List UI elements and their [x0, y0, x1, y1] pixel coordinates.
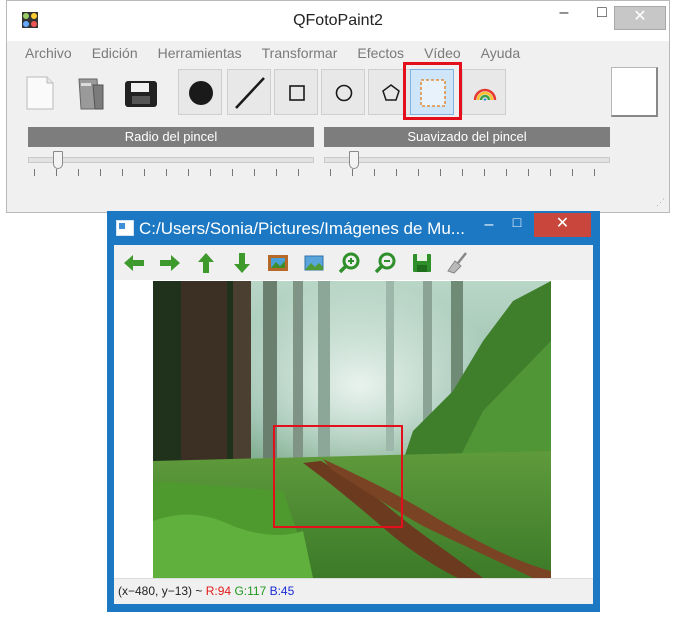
- brush-radius-track[interactable]: [28, 157, 314, 163]
- broom-icon[interactable]: [446, 251, 470, 275]
- arrow-left-icon[interactable]: [122, 251, 146, 275]
- image-minimize-button[interactable]: –: [477, 216, 501, 234]
- brush-radius-handle[interactable]: [53, 151, 63, 169]
- zoom-in-icon[interactable]: [338, 251, 362, 275]
- brush-smoothing-track[interactable]: [324, 157, 610, 163]
- ellipse-icon: [335, 84, 353, 102]
- image-window: C:/Users/Sonia/Pictures/Imágenes de Mu..…: [107, 211, 600, 612]
- rectangle-icon: [289, 85, 305, 101]
- status-green: G:117: [234, 584, 267, 598]
- status-bar: (x−480, y−13) ~ R:94 G:117 B:45: [114, 578, 593, 604]
- window-icon: [116, 220, 134, 236]
- brush-smoothing-label: Suavizado del pincel: [324, 127, 610, 147]
- resize-grip-icon[interactable]: ⋰: [656, 197, 665, 208]
- menu-transformar[interactable]: Transformar: [252, 45, 348, 69]
- arrow-down-icon[interactable]: [230, 251, 254, 275]
- rectangle-tool[interactable]: [274, 69, 318, 115]
- new-file-icon: [26, 76, 54, 110]
- image-window-title: C:/Users/Sonia/Pictures/Imágenes de Mu..…: [139, 219, 465, 238]
- save-file-button[interactable]: [119, 69, 163, 115]
- open-file-icon: [78, 78, 104, 110]
- menu-herramientas[interactable]: Herramientas: [148, 45, 252, 69]
- brush-radius-ticks: [28, 169, 312, 177]
- maximize-button[interactable]: □: [587, 1, 617, 27]
- image-icon[interactable]: [266, 251, 290, 275]
- menu-archivo[interactable]: Archivo: [15, 45, 82, 69]
- arrow-right-icon[interactable]: [158, 251, 182, 275]
- minimize-button[interactable]: –: [549, 1, 579, 27]
- brush-radius-label: Radio del pincel: [28, 127, 314, 147]
- status-blue: B:45: [269, 584, 295, 598]
- title-bar: QFotoPaint2 – □ ✕: [7, 1, 669, 41]
- status-coordinates: (x−480, y−13) ~: [118, 584, 206, 598]
- rainbow-icon: [473, 88, 497, 101]
- image-window-client: (x−480, y−13) ~ R:94 G:117 B:45: [114, 245, 593, 604]
- save-icon[interactable]: [410, 251, 434, 275]
- menu-ayuda[interactable]: Ayuda: [471, 45, 530, 69]
- image-window-title-bar: C:/Users/Sonia/Pictures/Imágenes de Mu..…: [107, 211, 600, 245]
- menu-edicion[interactable]: Edición: [82, 45, 148, 69]
- ellipse-tool[interactable]: [321, 69, 365, 115]
- current-color-swatch[interactable]: [611, 67, 658, 117]
- arrow-up-icon[interactable]: [194, 251, 218, 275]
- forest-photo[interactable]: [153, 281, 551, 578]
- zoom-out-icon[interactable]: [374, 251, 398, 275]
- line-tool[interactable]: [227, 69, 271, 115]
- save-file-icon: [125, 81, 157, 107]
- image-toolbar: [114, 245, 593, 280]
- landscape-icon[interactable]: [302, 251, 326, 275]
- rainbow-tool[interactable]: [462, 69, 506, 115]
- line-icon: [235, 77, 265, 109]
- open-file-button[interactable]: [69, 69, 113, 115]
- dot-brush-tool[interactable]: [178, 69, 222, 115]
- brush-smoothing-handle[interactable]: [349, 151, 359, 169]
- close-button[interactable]: ✕: [614, 6, 666, 30]
- image-maximize-button[interactable]: □: [505, 214, 529, 230]
- new-file-button[interactable]: [21, 69, 65, 115]
- brush-smoothing-ticks: [324, 169, 608, 177]
- main-window: QFotoPaint2 – □ ✕ Archivo Edición Herram…: [6, 0, 670, 213]
- image-close-button[interactable]: ✕: [534, 213, 591, 237]
- dot-brush-icon: [189, 81, 213, 105]
- selected-tool-highlight: [403, 62, 462, 120]
- status-red: R:94: [205, 584, 232, 598]
